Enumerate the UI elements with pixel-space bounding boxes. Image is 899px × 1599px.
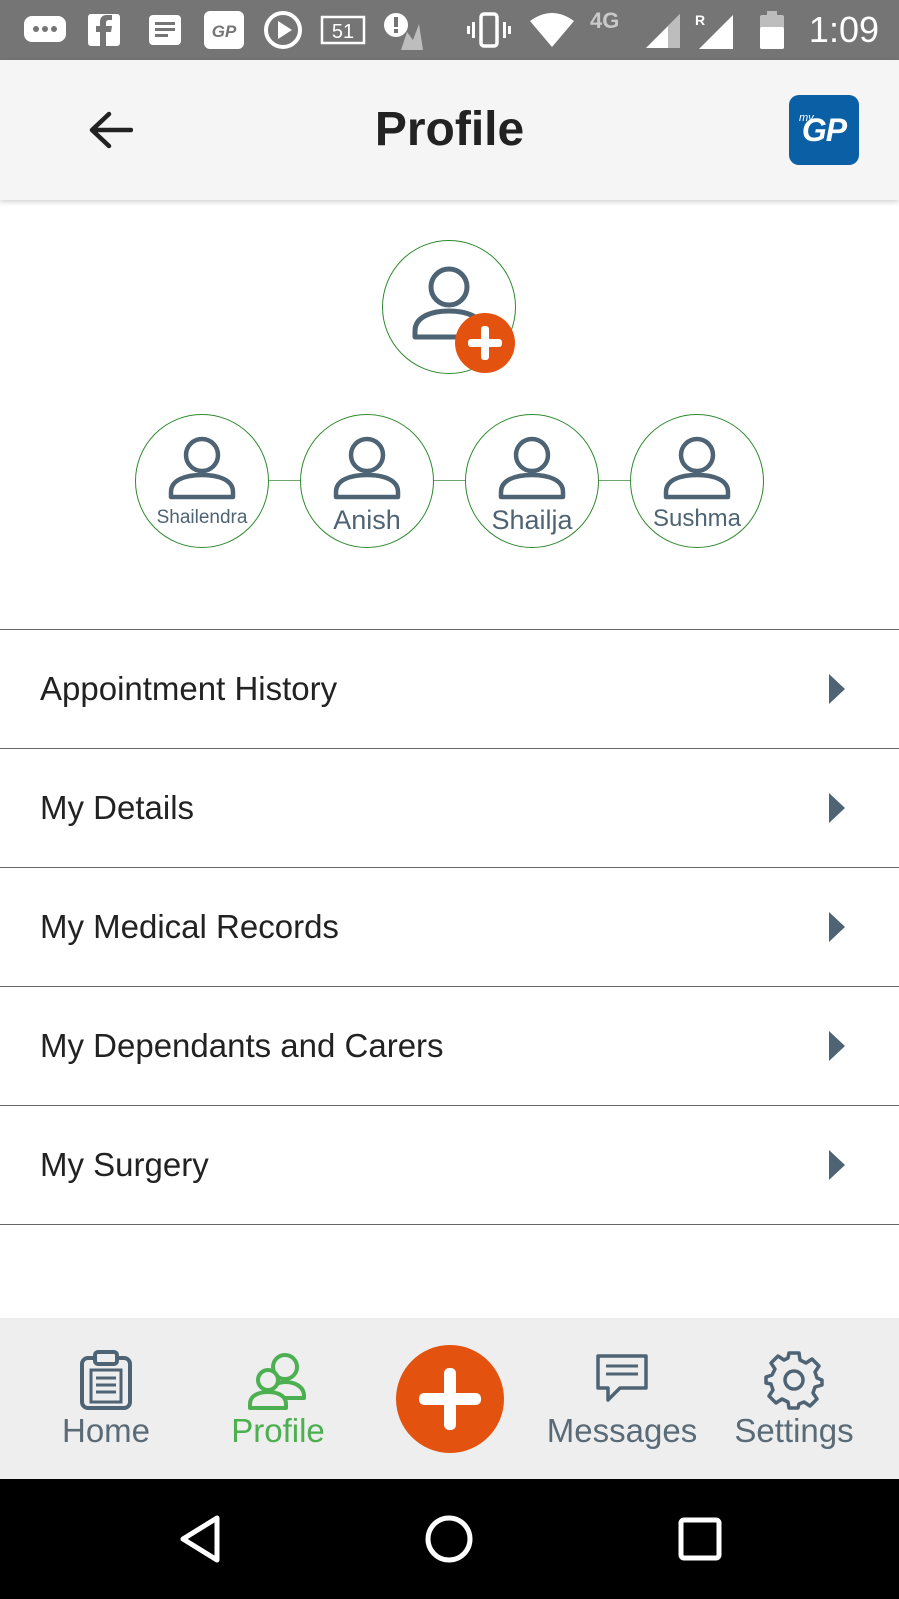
member-avatar-sushma[interactable]: Sushma (630, 414, 764, 548)
member-name: Shailja (491, 505, 573, 535)
nav-settings[interactable]: Settings (716, 1318, 872, 1479)
menu-item-label: My Medical Records (40, 908, 339, 945)
message-icon (596, 1354, 648, 1402)
person-icon (168, 436, 236, 500)
nav-home-label: Home (61, 1412, 151, 1449)
menu-item-label: My Surgery (40, 1146, 209, 1183)
chevron-right-icon (829, 912, 845, 942)
network-type-label: 4G (590, 8, 620, 33)
member-avatar-shailendra[interactable]: Shailendra (135, 414, 269, 548)
clipboard-icon (80, 1350, 132, 1410)
svg-text:GP: GP (212, 22, 237, 41)
member-avatar-anish[interactable]: Anish (300, 414, 434, 548)
svg-text:R: R (695, 12, 705, 28)
mygp-icon: GP (203, 11, 245, 49)
battery-icon (759, 11, 785, 49)
menu-item-medical-records[interactable]: My Medical Records (0, 868, 899, 987)
svg-text:51: 51 (332, 21, 354, 43)
square-recents-icon (678, 1517, 722, 1561)
plus-icon (468, 326, 502, 360)
member-name: Sushma (652, 505, 742, 532)
status-time: 1:09 (808, 9, 879, 50)
chevron-right-icon (829, 793, 845, 823)
members-connector (200, 480, 700, 481)
person-icon (498, 436, 566, 500)
notes-icon (147, 12, 183, 48)
profile-people-icon (248, 1353, 306, 1410)
person-icon (333, 436, 401, 500)
wifi-icon (528, 12, 576, 48)
menu-item-label: My Dependants and Carers (40, 1027, 444, 1064)
menu-item-label: My Details (40, 789, 195, 826)
nav-messages-label: Messages (546, 1412, 698, 1449)
nav-profile-label: Profile (231, 1412, 325, 1449)
menu-item-my-details[interactable]: My Details (0, 749, 899, 868)
add-profile-button[interactable] (382, 240, 516, 374)
nav-settings-label: Settings (734, 1412, 854, 1449)
circle-home-icon (425, 1515, 473, 1563)
mygp-logo: my GP (789, 95, 859, 165)
system-navigation-bar (0, 1479, 899, 1599)
menu-item-label: Appointment History (40, 670, 338, 707)
chevron-right-icon (829, 1031, 845, 1061)
play-icon (263, 11, 303, 49)
profile-menu: Appointment History My Details My Medica… (0, 629, 899, 1225)
gear-icon (764, 1351, 824, 1410)
nav-profile[interactable]: Profile (203, 1318, 353, 1479)
page-title: Profile (374, 103, 525, 156)
chat-icon (22, 12, 68, 48)
system-home-button[interactable] (419, 1509, 479, 1569)
add-fab-button[interactable] (396, 1345, 504, 1453)
member-avatar-shailja[interactable]: Shailja (465, 414, 599, 548)
plus-icon (419, 1368, 481, 1430)
person-icon (663, 436, 731, 500)
status-bar: GP 51 4G R 1:09 (0, 0, 899, 60)
logo-prefix: my (799, 112, 814, 124)
nav-home[interactable]: Home (31, 1318, 181, 1479)
alert-icon (383, 12, 425, 50)
signal-roaming-icon: R (695, 12, 735, 49)
signal-icon (643, 12, 683, 48)
bottom-navigation: Home Profile Messages Settings (0, 1318, 899, 1479)
nav-messages[interactable]: Messages (542, 1318, 702, 1479)
member-name: Shailendra (156, 507, 248, 528)
menu-item-dependants-carers[interactable]: My Dependants and Carers (0, 987, 899, 1106)
menu-item-appointment-history[interactable]: Appointment History (0, 630, 899, 749)
menu-item-my-surgery[interactable]: My Surgery (0, 1106, 899, 1225)
vibrate-icon (466, 12, 512, 48)
system-recents-button[interactable] (670, 1509, 730, 1569)
calendar-icon: 51 (320, 12, 366, 48)
triangle-back-icon (180, 1515, 220, 1563)
system-back-button[interactable] (170, 1509, 230, 1569)
member-name: Anish (333, 505, 401, 535)
chevron-right-icon (829, 674, 845, 704)
app-bar: Profile my GP (0, 60, 899, 200)
add-badge (455, 313, 515, 373)
facebook-icon (86, 12, 122, 48)
chevron-right-icon (829, 1150, 845, 1180)
